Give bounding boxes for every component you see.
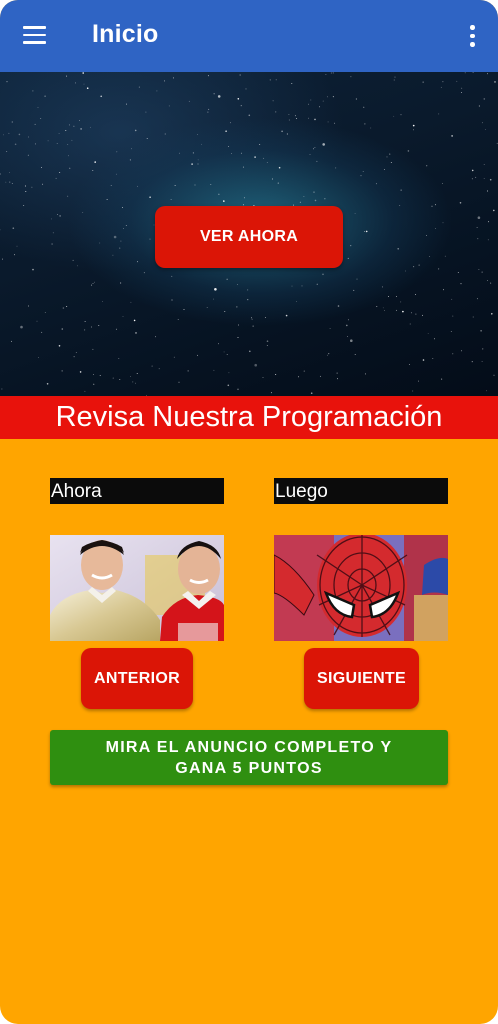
previous-button[interactable]: ANTERIOR [81,648,193,709]
now-label: Ahora [50,478,224,504]
screen: Inicio VER AHORA Revisa Nuestra Programa… [0,0,498,1024]
hero-starfield: VER AHORA [0,72,498,396]
app-bar: Inicio [0,0,498,72]
next-show-thumbnail[interactable] [274,535,448,641]
now-show-thumbnail[interactable] [50,535,224,641]
watch-now-button[interactable]: VER AHORA [155,206,343,268]
watch-ad-button[interactable]: MIRA EL ANUNCIO COMPLETO Y GANA 5 PUNTOS [50,730,448,785]
menu-icon[interactable] [22,24,48,46]
page-title: Inicio [92,20,159,48]
schedule-banner: Revisa Nuestra Programación [0,396,498,439]
next-label: Luego [274,478,448,504]
next-button[interactable]: SIGUIENTE [304,648,419,709]
more-vert-icon[interactable] [468,25,476,47]
